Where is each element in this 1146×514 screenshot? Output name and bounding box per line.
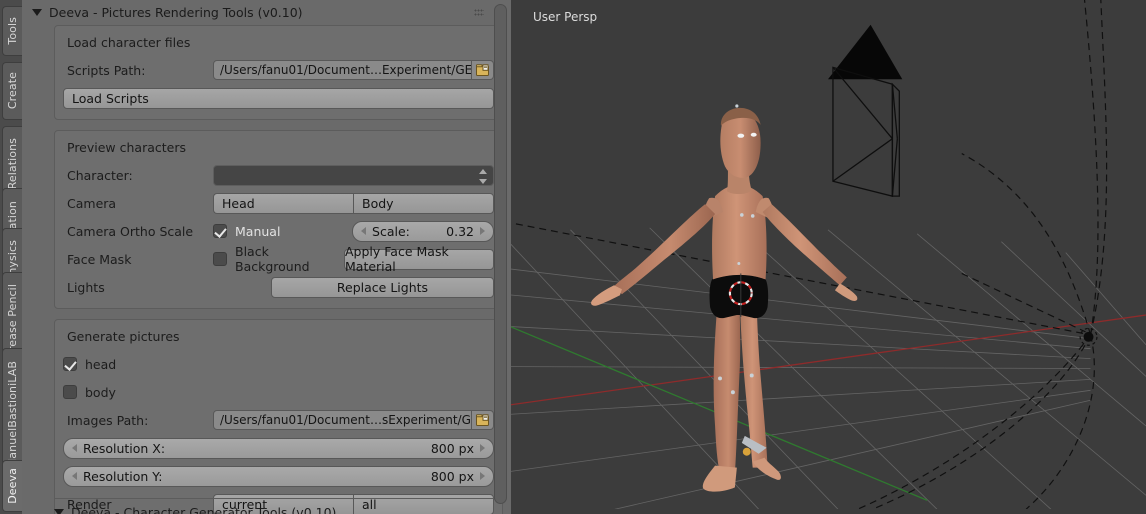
scripts-path-input[interactable]: /Users/fanu01/Document…Experiment/GEN-5-…: [213, 60, 472, 80]
sidebar-tab-label: Create: [6, 72, 19, 110]
shorts: [709, 274, 769, 319]
sidebar-tab-label: ManuelBastioniLAB: [6, 361, 19, 469]
3d-viewport[interactable]: User Persp: [511, 0, 1146, 514]
preview-characters-section: Preview characters Character: Camera Hea…: [54, 130, 503, 309]
camera-row: Camera Head Body: [63, 192, 494, 214]
section-title: Preview characters: [67, 140, 187, 155]
head-row: head: [63, 353, 494, 375]
manual-label: Manual: [235, 223, 281, 239]
properties-tab-strip: Tools Create Relations Animation Physics…: [0, 0, 22, 514]
body-checkbox[interactable]: [63, 385, 77, 399]
folder-browse-icon[interactable]: [472, 410, 494, 430]
scale-slider-value: 0.32: [446, 223, 474, 239]
arrow-right-icon[interactable]: [480, 472, 485, 480]
replace-lights-button[interactable]: Replace Lights: [271, 276, 494, 298]
folder-glyph: [475, 413, 489, 426]
blender-window: Tools Create Relations Animation Physics…: [0, 0, 1146, 514]
sidebar-tab-create[interactable]: Create: [2, 62, 22, 120]
triangle-down-icon[interactable]: [32, 9, 42, 16]
apply-face-mask-material-button[interactable]: Apply Face Mask Material: [344, 244, 494, 274]
folder-glyph: [475, 63, 489, 76]
character-row: Character:: [63, 164, 494, 186]
resolution-x-row: Resolution X: 800 px: [63, 437, 494, 459]
sidebar-tab-tools[interactable]: Tools: [2, 6, 22, 56]
scale-slider[interactable]: Scale: 0.32: [352, 220, 494, 242]
scripts-path-row: Scripts Path: /Users/fanu01/Document…Exp…: [63, 59, 494, 81]
sidebar-tab-label: Deeva: [6, 468, 19, 504]
left-eye: [737, 133, 745, 138]
manual-checkbox[interactable]: [213, 224, 227, 238]
character-label: Character:: [67, 167, 133, 183]
arrow-right-icon[interactable]: [480, 444, 485, 452]
camera-mode-group: Head Body: [213, 192, 494, 214]
head-label: head: [85, 356, 117, 372]
camera-ortho-scale-row: Camera Ortho Scale Manual Scale: 0.32: [63, 220, 494, 242]
section-title: Load character files: [67, 35, 191, 50]
scripts-path-label: Scripts Path:: [67, 62, 146, 78]
panel-scrollbar[interactable]: [494, 4, 507, 504]
panel-header[interactable]: Deeva - Pictures Rendering Tools (v0.10): [22, 0, 511, 25]
up-down-arrows-icon: [479, 168, 487, 184]
resolution-y-slider[interactable]: Resolution Y: 800 px: [63, 465, 494, 487]
load-scripts-row: Load Scripts: [63, 87, 494, 109]
panel-title: Deeva - Pictures Rendering Tools (v0.10): [49, 5, 303, 20]
camera-label: Camera: [67, 195, 117, 211]
body-label: body: [85, 384, 116, 400]
load-character-files-section: Load character files Scripts Path: /User…: [54, 25, 503, 120]
body-row: body: [63, 381, 494, 403]
viewport-scene: [511, 0, 1146, 510]
lights-row: Lights Replace Lights: [63, 276, 494, 298]
camera-body-button[interactable]: Body: [353, 192, 494, 214]
next-panel-cutoff[interactable]: Deeva - Character Generator Tools (v0.10…: [54, 498, 503, 514]
next-panel-title: Deeva - Character Generator Tools (v0.10…: [71, 505, 337, 514]
character-select[interactable]: [213, 164, 494, 186]
resolution-x-slider[interactable]: Resolution X: 800 px: [63, 437, 494, 459]
sidebar-tab-label: Tools: [6, 17, 19, 45]
viewport-perspective-label: User Persp: [533, 10, 598, 24]
resolution-y-value: 800 px: [430, 468, 474, 484]
sidebar-tab-deeva[interactable]: Deeva: [2, 460, 22, 512]
next-panel-header[interactable]: Deeva - Character Generator Tools (v0.10…: [54, 498, 503, 514]
deeva-properties-panel: Deeva - Pictures Rendering Tools (v0.10)…: [22, 0, 511, 514]
triangle-down-icon[interactable]: [54, 509, 64, 514]
camera-head-button[interactable]: Head: [213, 192, 353, 214]
resolution-y-row: Resolution Y: 800 px: [63, 465, 494, 487]
images-path-row: Images Path: /Users/fanu01/Document…sExp…: [63, 409, 494, 431]
face-mask-row: Face Mask Black Background Apply Face Ma…: [63, 244, 494, 274]
images-path-input[interactable]: /Users/fanu01/Document…sExperiment/GEN-5…: [213, 410, 472, 430]
scale-slider-label: Scale:: [372, 223, 410, 239]
black-background-checkbox[interactable]: [213, 252, 227, 266]
right-eye: [750, 132, 757, 137]
camera-ortho-scale-label: Camera Ortho Scale: [67, 223, 194, 239]
sidebar-tab-label: Relations: [6, 138, 19, 190]
face-mask-label: Face Mask: [67, 251, 132, 267]
resolution-y-label: Resolution Y:: [83, 468, 163, 484]
folder-browse-icon[interactable]: [472, 60, 494, 80]
black-background-label: Black Background: [235, 244, 310, 274]
viewport-background: [511, 0, 1146, 510]
grip-dots-icon[interactable]: [474, 9, 484, 17]
left-leg: [713, 297, 741, 474]
section-title: Generate pictures: [67, 329, 180, 344]
lights-label: Lights: [67, 279, 105, 295]
arrow-right-icon[interactable]: [480, 227, 485, 235]
arrow-down-glyph: [479, 178, 487, 184]
head-checkbox[interactable]: [63, 357, 77, 371]
load-scripts-button[interactable]: Load Scripts: [63, 87, 494, 109]
images-path-label: Images Path:: [67, 412, 149, 428]
torso: [712, 184, 767, 280]
resolution-x-value: 800 px: [430, 440, 474, 456]
generate-pictures-section: Generate pictures head body Images Path:…: [54, 319, 503, 514]
arrow-up-glyph: [479, 168, 487, 174]
resolution-x-label: Resolution X:: [83, 440, 166, 456]
